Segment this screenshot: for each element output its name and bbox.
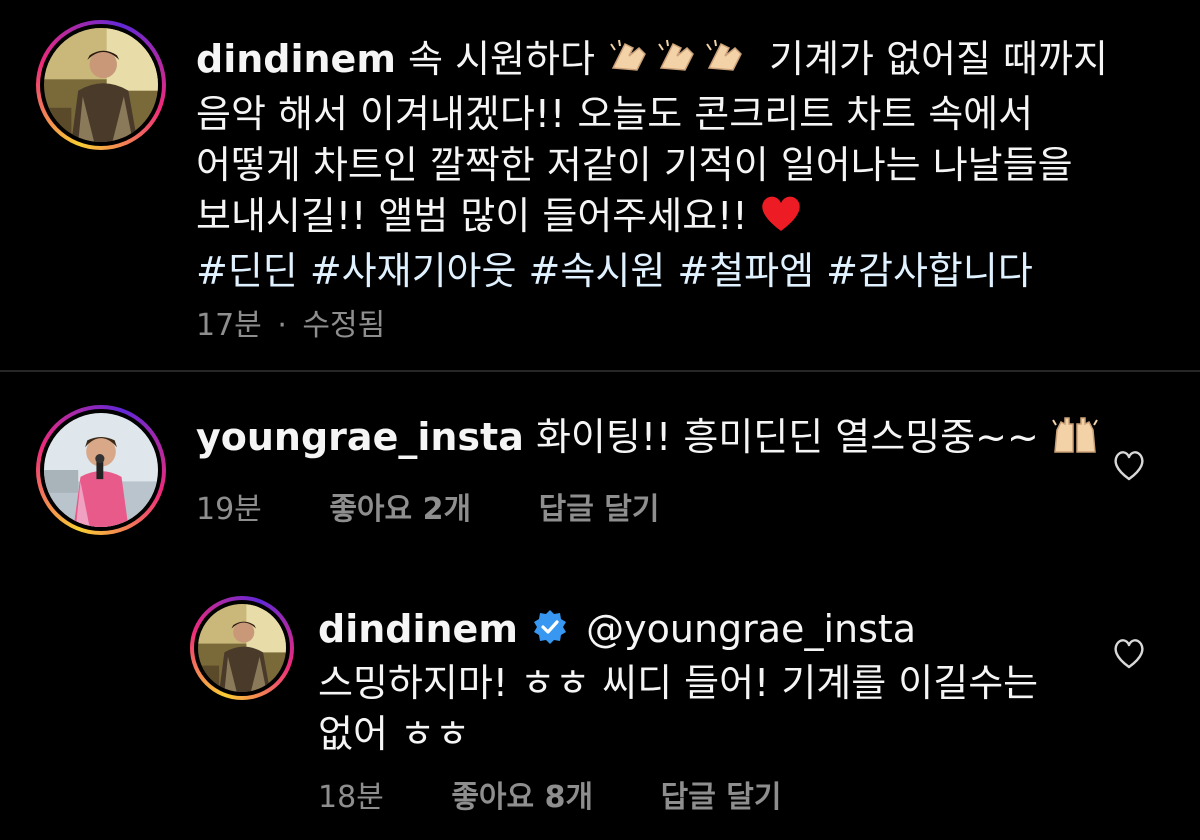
caption-username[interactable]: dindinem — [196, 37, 396, 81]
caption-line-4: 보내시길!! 앨범 많이 들어주세요!! — [196, 191, 1108, 246]
reply1-meta: 18분 좋아요 8개 답글 달기 — [318, 772, 839, 816]
caption-separator: · — [277, 308, 287, 343]
comment1-username[interactable]: youngrae_insta — [196, 415, 524, 459]
red-heart-icon — [760, 195, 802, 246]
caption-avatar[interactable] — [36, 20, 166, 150]
divider — [0, 370, 1200, 372]
caption-line1-pre: 속 시원하다 — [408, 37, 595, 81]
caption-line-3: 어떻게 차트인 깔짝한 저같이 기적이 일어나는 나날들을 — [196, 143, 1073, 187]
avatar-photo — [44, 413, 158, 527]
comment1-like-heart-icon[interactable] — [1112, 450, 1146, 482]
comment1-reply-button[interactable]: 답글 달기 — [539, 492, 660, 527]
avatar-photo — [44, 28, 158, 142]
clapping-hands-icon — [607, 38, 757, 89]
comment1-likes-button[interactable]: 좋아요 2개 — [329, 492, 471, 527]
reply1-line-1: dindinem @youngrae_insta — [318, 604, 1038, 658]
reply1-line-2: 스밍하지마! ㅎㅎ 씨디 들어! 기계를 이길수는 — [318, 661, 1039, 705]
comment1-body: 화이팅!! 흥미딘딘 열스밍중~~ — [535, 415, 1039, 459]
comment1-meta: 19분 좋아요 2개 답글 달기 — [196, 484, 717, 528]
comment1-avatar[interactable] — [36, 405, 166, 535]
reply1-mention[interactable]: @youngrae_insta — [586, 607, 916, 651]
reply1-reply-button[interactable]: 답글 달기 — [661, 780, 782, 815]
raising-hands-icon — [1051, 416, 1099, 467]
caption-line-2: 음악 해서 이겨내겠다!! 오늘도 콘크리트 차트 속에서 — [196, 92, 1034, 136]
verified-badge-icon — [532, 607, 568, 658]
comment1-time: 19분 — [196, 492, 262, 527]
caption-line1-post: 기계가 없어질 때까지 — [769, 37, 1108, 81]
comment1-text: youngrae_insta 화이팅!! 흥미딘딘 열스밍중~~ — [196, 412, 1099, 467]
avatar-photo — [198, 604, 286, 692]
reply1-line-3: 없어 ㅎㅎ — [318, 712, 470, 756]
caption-hashtags[interactable]: #딘딘 #사재기아웃 #속시원 #철파엠 #감사합니다 — [196, 246, 1108, 297]
caption-edited: 수정됨 — [302, 308, 386, 343]
caption-text: dindinem 속 시원하다 기계가 없어질 때까지 음악 해서 이겨내겠다!… — [196, 34, 1108, 297]
reply1-likes-button[interactable]: 좋아요 8개 — [451, 780, 593, 815]
reply1-username[interactable]: dindinem — [318, 607, 518, 651]
reply1-time: 18분 — [318, 780, 384, 815]
caption-line-1: dindinem 속 시원하다 기계가 없어질 때까지 — [196, 34, 1108, 89]
caption-line4-text: 보내시길!! 앨범 많이 들어주세요!! — [196, 194, 748, 238]
reply1-like-heart-icon[interactable] — [1112, 638, 1146, 670]
reply1-avatar[interactable] — [190, 596, 294, 700]
reply1-text: dindinem @youngrae_insta 스밍하지마! ㅎㅎ 씨디 들어… — [318, 604, 1038, 760]
caption-time: 17분 — [196, 308, 262, 343]
caption-meta: 17분 · 수정됨 — [196, 300, 443, 344]
